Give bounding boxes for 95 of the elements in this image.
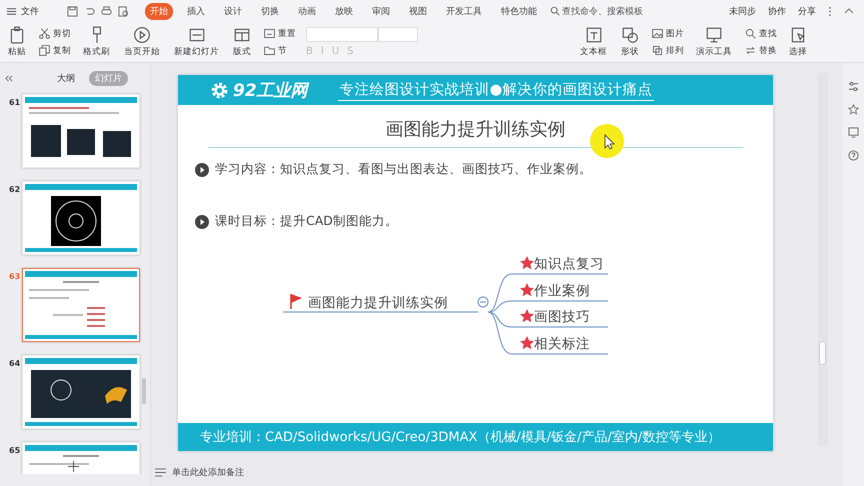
- shapes-icon: [621, 26, 639, 44]
- mindmap-label: 相关标注: [534, 335, 590, 353]
- replace-icon: [744, 44, 757, 57]
- search-icon: [550, 6, 560, 16]
- toolbar-action[interactable]: 协作: [768, 4, 786, 18]
- menu-tab[interactable]: 设计: [219, 2, 247, 20]
- ribbon-button[interactable]: 版式: [231, 25, 253, 59]
- search-icon: [744, 27, 757, 40]
- scrollbar-thumb[interactable]: [819, 341, 826, 365]
- mindmap-label: 画图技巧: [534, 308, 590, 326]
- flag-icon: [290, 294, 302, 309]
- ribbon-button[interactable]: 文本框: [578, 25, 609, 59]
- preview-icon[interactable]: [118, 6, 129, 16]
- collapse-icon[interactable]: [844, 8, 854, 14]
- screen-icon[interactable]: [848, 127, 858, 138]
- print-icon[interactable]: [101, 6, 112, 16]
- notes-icon: [155, 468, 166, 476]
- star-icon: [520, 336, 534, 350]
- menu-tab[interactable]: 审阅: [367, 2, 395, 20]
- slide-thumbnail[interactable]: [22, 355, 140, 429]
- ribbon-button[interactable]: 当页开始: [122, 25, 162, 59]
- bullet-text: 课时目标：提升CAD制图能力。: [215, 213, 398, 230]
- gear-logo-icon: [210, 80, 229, 100]
- ribbon-button[interactable]: 粘贴: [6, 25, 28, 59]
- menu-tab[interactable]: 放映: [330, 2, 358, 20]
- layout-icon: [233, 26, 251, 44]
- star-icon: [520, 256, 534, 270]
- slide-number: 64: [8, 359, 22, 368]
- ribbon-button[interactable]: 节: [263, 44, 296, 57]
- mindmap-label: 画图能力提升训练实例: [308, 294, 448, 312]
- star-icon: [520, 309, 534, 322]
- collapse-toggle[interactable]: [478, 296, 488, 308]
- ribbon-button[interactable]: 查找: [744, 27, 777, 40]
- textbox-icon: [584, 26, 602, 44]
- menu-icon[interactable]: [6, 6, 17, 16]
- footer-text: 专业培训：CAD/Solidworks/UG/Creo/3DMAX（机械/模具/钣金/产品/室内/数控等专业）: [200, 429, 720, 446]
- undo-icon[interactable]: [84, 6, 95, 16]
- menu-tab[interactable]: 视图: [404, 2, 432, 20]
- cursor-highlight-icon: [589, 123, 625, 159]
- star-icon: [520, 283, 534, 296]
- menu-tab[interactable]: 开发工具: [441, 2, 487, 20]
- slide-thumbnail[interactable]: [22, 268, 140, 342]
- ribbon-button[interactable]: 格式刷: [81, 25, 112, 59]
- font-size-field[interactable]: [378, 27, 418, 42]
- ribbon-button[interactable]: 替换: [744, 44, 777, 57]
- menu-tab[interactable]: 插入: [182, 2, 210, 20]
- ribbon-button[interactable]: 图片: [651, 27, 684, 40]
- play-icon: [133, 26, 151, 44]
- mindmap-label: 知识点复习: [534, 255, 604, 273]
- ribbon-button[interactable]: 形状: [619, 25, 641, 59]
- ribbon-button[interactable]: 复制: [38, 44, 71, 57]
- notes-placeholder[interactable]: 单击此处添加备注: [172, 466, 244, 478]
- command-search[interactable]: 查找命令、搜索模板: [550, 4, 643, 18]
- ribbon-button[interactable]: 重置: [263, 27, 296, 40]
- clipboard-icon: [8, 26, 26, 44]
- layers-icon: [651, 44, 664, 57]
- menu-tab[interactable]: 特色功能: [496, 2, 542, 20]
- slide-icon: [188, 26, 206, 44]
- slide-number: 61: [8, 98, 22, 107]
- file-menu[interactable]: 文件: [21, 4, 39, 18]
- play-bullet-icon: [195, 162, 209, 176]
- star-outline-icon[interactable]: [848, 104, 858, 115]
- toolbar-action[interactable]: 分享: [798, 4, 816, 18]
- copy-icon: [38, 44, 51, 57]
- logo-text: 92工业网: [233, 80, 308, 102]
- monitor-icon: [705, 26, 723, 44]
- collapse-panel-icon[interactable]: [4, 75, 13, 82]
- ribbon-button[interactable]: 选择: [787, 25, 809, 59]
- play-bullet-icon: [195, 214, 209, 228]
- reset-icon: [263, 27, 276, 40]
- slide-thumbnail[interactable]: [22, 181, 140, 255]
- slide-tagline: 专注绘图设计实战培训●解决你的画图设计痛点: [338, 80, 654, 100]
- sliders-icon[interactable]: [848, 81, 858, 92]
- menu-tab[interactable]: 切换: [256, 2, 284, 20]
- ribbon-button[interactable]: 新建幻灯片: [172, 25, 221, 59]
- more-icon[interactable]: [828, 6, 832, 16]
- image-icon: [651, 27, 664, 40]
- bullet-text: 学习内容：知识点复习、看图与出图表达、画图技巧、作业案例。: [215, 161, 592, 178]
- ribbon-button[interactable]: 排列: [651, 44, 684, 57]
- toolbar-action[interactable]: 未同步: [729, 4, 756, 18]
- help-icon[interactable]: [848, 150, 858, 161]
- font-name-field[interactable]: [306, 27, 378, 42]
- slide-number: 65: [8, 446, 22, 455]
- menu-tab[interactable]: 动画: [293, 2, 321, 20]
- scissors-icon: [38, 27, 51, 40]
- select-icon: [789, 26, 807, 44]
- mindmap-label: 作业案例: [534, 282, 590, 300]
- ribbon-button[interactable]: 演示工具: [694, 25, 734, 59]
- slide-number: 63: [8, 272, 22, 281]
- slide-thumbnail[interactable]: [22, 94, 140, 168]
- save-icon[interactable]: [67, 6, 78, 16]
- slide-number: 62: [8, 185, 22, 194]
- ribbon-button[interactable]: 剪切: [38, 27, 71, 40]
- folder-icon: [263, 44, 276, 57]
- panel-tab[interactable]: 大纲: [51, 71, 81, 86]
